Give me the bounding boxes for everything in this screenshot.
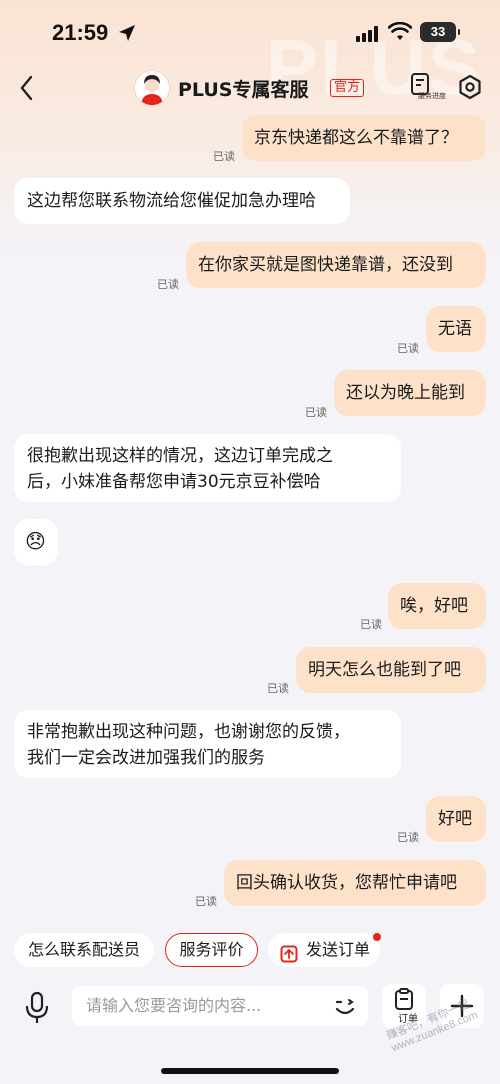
quick-action-contact-courier[interactable]: 怎么联系配送员	[14, 933, 154, 967]
message-bubble-received[interactable]: 😞	[14, 519, 58, 565]
message-line: 后，小妹准备帮您申请30元京豆补偿哈	[27, 472, 321, 492]
message-bubble-sent[interactable]: 京东快递都这么不靠谱了？	[242, 115, 486, 161]
message-bubble-received[interactable]: 很抱歉出现这样的情况，这边订单完成之 后，小妹准备帮您申请30元京豆补偿哈	[14, 434, 401, 502]
nav-bar: PLUS专属客服 官方 服务进度	[0, 66, 500, 110]
message-line: 很抱歉出现这样的情况，这边订单完成之	[27, 446, 333, 466]
message-input[interactable]: 请输入您要咨询的内容...	[72, 986, 368, 1026]
official-badge: 官方	[330, 79, 365, 97]
signal-icon	[356, 26, 380, 46]
agent-avatar[interactable]	[134, 70, 170, 106]
message-line: 非常抱歉出现这种问题，也谢谢您的反馈，	[27, 722, 350, 742]
message-bubble-sent[interactable]: 好吧	[426, 796, 486, 842]
send-order-icon	[280, 941, 298, 975]
read-receipt: 已读	[157, 278, 179, 291]
status-bar: 21:59 33	[0, 0, 500, 66]
service-progress-caption: 服务进度	[418, 92, 446, 100]
settings-icon[interactable]	[457, 74, 483, 104]
status-time: 21:59	[52, 20, 109, 45]
message-bubble-received[interactable]: 非常抱歉出现这种问题，也谢谢您的反馈， 我们一定会改进加强我们的服务	[14, 710, 401, 778]
read-receipt: 已读	[195, 895, 217, 908]
back-icon[interactable]	[18, 74, 36, 106]
message-bubble-received[interactable]: 这边帮您联系物流给您催促加急办理哈	[14, 178, 350, 224]
battery-indicator: 33	[420, 22, 460, 42]
quick-action-send-order[interactable]: 发送订单	[268, 933, 380, 967]
message-bubble-sent[interactable]: 还以为晚上能到	[334, 370, 486, 416]
notification-dot	[373, 933, 381, 941]
home-indicator	[161, 1068, 339, 1074]
wifi-icon	[387, 21, 413, 46]
quick-action-service-rating[interactable]: 服务评价	[165, 933, 258, 967]
send-order-label: 发送订单	[306, 940, 371, 959]
message-line: 我们一定会改进加强我们的服务	[27, 748, 265, 768]
message-bubble-sent[interactable]: 在你家买就是图快递靠谱，还没到	[186, 242, 486, 288]
read-receipt: 已读	[397, 831, 419, 844]
location-arrow-icon	[118, 24, 136, 46]
page-title: PLUS专属客服	[178, 79, 309, 101]
read-receipt: 已读	[305, 406, 327, 419]
microphone-icon[interactable]	[22, 990, 52, 1030]
read-receipt: 已读	[397, 342, 419, 355]
emoji-icon[interactable]	[332, 994, 358, 1024]
message-bubble-sent[interactable]: 回头确认收货，您帮忙申请吧	[224, 860, 486, 906]
message-bubble-sent[interactable]: 唉，好吧	[388, 583, 486, 629]
read-receipt: 已读	[360, 618, 382, 631]
message-bubble-sent[interactable]: 明天怎么也能到了吧	[296, 647, 486, 693]
read-receipt: 已读	[213, 150, 235, 163]
message-bubble-sent[interactable]: 无语	[426, 306, 486, 352]
read-receipt: 已读	[267, 682, 289, 695]
